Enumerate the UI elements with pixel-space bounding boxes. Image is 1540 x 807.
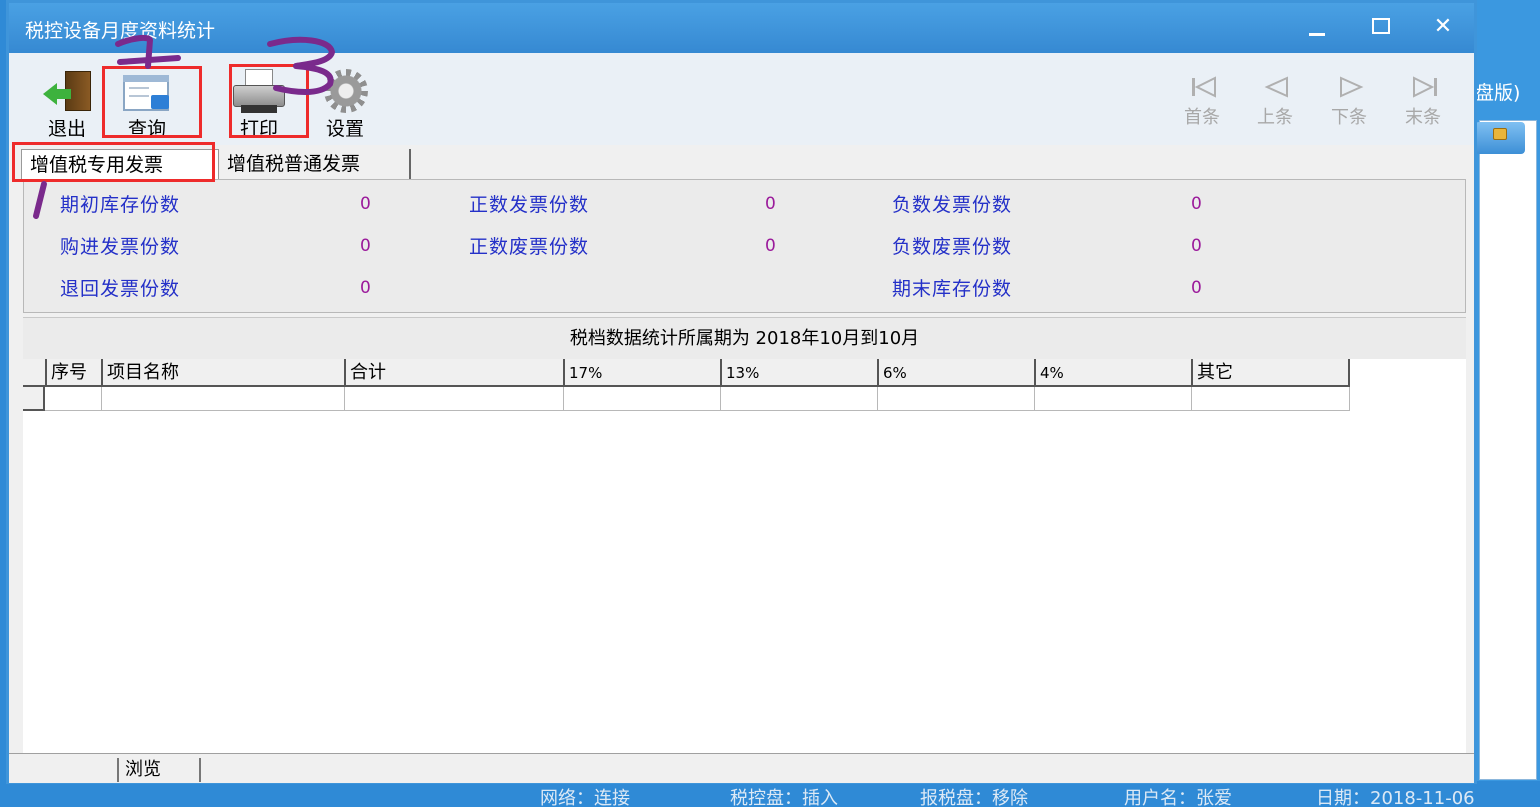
grid-header-row: 序号 项目名称 合计 17% 13% 6% 4% 其它 — [23, 359, 1350, 387]
annotation-box-tab — [12, 142, 215, 182]
previous-icon — [1264, 76, 1288, 98]
gear-icon — [318, 69, 372, 115]
exit-label: 退出 — [47, 118, 86, 140]
title-bar[interactable]: 税控设备月度资料统计 ✕ — [9, 3, 1474, 53]
cell-divider — [1034, 387, 1035, 411]
first-record-button[interactable]: 首条 — [1172, 75, 1232, 129]
invoice-type-tabs: 增值税专用发票 增值税普通发票 — [9, 145, 1474, 183]
close-button[interactable]: ✕ — [1413, 7, 1473, 47]
app-status-bar: 网络：连接 税控盘：插入 报税盘：移除 用户名：张爱 日期：2018-11-06 — [0, 781, 1540, 807]
status-tax-report-disk: 报税盘：移除 — [920, 788, 1028, 807]
negative-issued-label: 负数发票份数 — [892, 194, 1013, 216]
table-row[interactable] — [23, 387, 1350, 411]
next-record-button[interactable]: 下条 — [1319, 75, 1379, 129]
negative-issued-value: 0 — [1191, 194, 1202, 214]
col-header-rate-13[interactable]: 13% — [720, 359, 877, 387]
last-record-label: 末条 — [1405, 107, 1441, 128]
status-date: 日期：2018-11-06 — [1316, 788, 1475, 807]
col-header-rate-17[interactable]: 17% — [563, 359, 720, 387]
negative-void-value: 0 — [1191, 236, 1202, 256]
row-selector[interactable] — [23, 387, 45, 411]
positive-issued-label: 正数发票份数 — [469, 194, 590, 216]
lock-icon — [1493, 128, 1507, 140]
background-app-panel — [1479, 120, 1537, 780]
previous-record-button[interactable]: 上条 — [1245, 75, 1305, 129]
positive-issued-value: 0 — [765, 194, 776, 214]
settings-label: 设置 — [325, 118, 364, 140]
maximize-icon — [1372, 18, 1390, 34]
status-mode: 浏览 — [117, 758, 201, 782]
next-icon — [1340, 76, 1364, 98]
closing-stock-value: 0 — [1191, 278, 1202, 298]
invoice-summary-panel: 期初库存份数 0 购进发票份数 0 退回发票份数 0 正数发票份数 0 正数废票… — [23, 179, 1466, 313]
skip-last-icon — [1413, 76, 1437, 98]
monthly-statistics-dialog: 税控设备月度资料统计 ✕ 退出 查询 打印 设置 首条 上条 下条 末条 增值税… — [6, 0, 1477, 784]
cell-divider — [101, 387, 102, 411]
window-title: 税控设备月度资料统计 — [25, 20, 216, 42]
cell-divider — [344, 387, 345, 411]
settings-button[interactable]: 设置 — [305, 65, 385, 141]
last-record-button[interactable]: 末条 — [1393, 75, 1453, 129]
tab-vat-general-invoice[interactable]: 增值税普通发票 — [219, 149, 411, 181]
statistics-grid[interactable]: 序号 项目名称 合计 17% 13% 6% 4% 其它 — [23, 359, 1466, 753]
positive-void-label: 正数废票份数 — [469, 236, 590, 258]
first-record-label: 首条 — [1184, 107, 1220, 128]
cell-divider — [563, 387, 564, 411]
returned-value: 0 — [360, 278, 371, 298]
col-header-rate-6[interactable]: 6% — [877, 359, 1034, 387]
dialog-status-bar: 浏览 — [9, 753, 1474, 783]
col-header-other[interactable]: 其它 — [1191, 359, 1350, 387]
opening-stock-value: 0 — [360, 194, 371, 214]
purchased-label: 购进发票份数 — [60, 236, 181, 258]
closing-stock-label: 期末库存份数 — [892, 278, 1013, 300]
cell-divider — [1191, 387, 1192, 411]
col-header-total[interactable]: 合计 — [344, 359, 563, 387]
negative-void-label: 负数废票份数 — [892, 236, 1013, 258]
status-tax-control-disk: 税控盘：插入 — [730, 788, 838, 807]
cell-divider — [877, 387, 878, 411]
background-app-title: 盘版) — [1475, 82, 1521, 104]
positive-void-value: 0 — [765, 236, 776, 256]
status-network: 网络：连接 — [540, 788, 630, 807]
exit-door-icon — [41, 69, 93, 115]
skip-first-icon — [1192, 76, 1216, 98]
col-header-rate-4[interactable]: 4% — [1034, 359, 1191, 387]
col-header-item-name[interactable]: 项目名称 — [101, 359, 344, 387]
maximize-button[interactable] — [1351, 7, 1411, 47]
close-icon: ✕ — [1433, 14, 1453, 39]
background-lock-button[interactable] — [1475, 122, 1525, 154]
opening-stock-label: 期初库存份数 — [60, 194, 181, 216]
status-username: 用户名：张爱 — [1124, 788, 1232, 807]
annotation-box-print — [229, 64, 309, 138]
cell-divider — [720, 387, 721, 411]
period-caption: 税档数据统计所属期为 2018年10月到10月 — [23, 317, 1466, 359]
col-header-index[interactable]: 序号 — [45, 359, 101, 387]
exit-button[interactable]: 退出 — [27, 65, 107, 141]
next-record-label: 下条 — [1331, 107, 1367, 128]
annotation-box-query — [102, 66, 202, 138]
cell-divider — [1349, 387, 1350, 411]
minimize-icon — [1309, 33, 1325, 36]
minimize-button[interactable] — [1287, 7, 1347, 47]
purchased-value: 0 — [360, 236, 371, 256]
previous-record-label: 上条 — [1257, 107, 1293, 128]
returned-label: 退回发票份数 — [60, 278, 181, 300]
